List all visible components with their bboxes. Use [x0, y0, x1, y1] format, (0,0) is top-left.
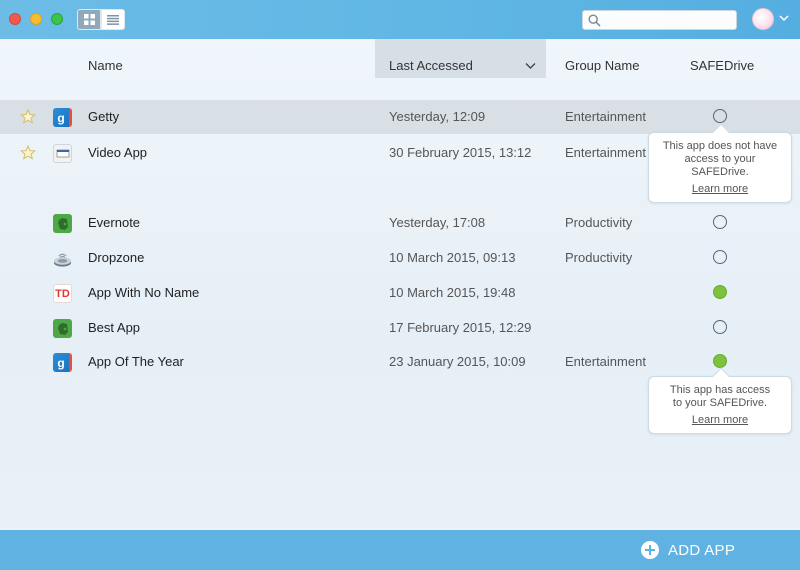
column-header-name[interactable]: Name — [88, 58, 123, 73]
tooltip-line-2: access to your SAFEDrive. — [684, 153, 756, 178]
last-accessed: Yesterday, 17:08 — [389, 215, 486, 230]
close-window-button[interactable] — [9, 13, 21, 25]
last-accessed: 17 February 2015, 12:29 — [389, 320, 532, 335]
video-app-icon — [53, 144, 72, 163]
tooltip-line-1: This app does not have — [662, 140, 778, 152]
safedrive-disabled-icon[interactable] — [713, 320, 727, 334]
app-name: Getty — [88, 109, 120, 124]
search-icon — [588, 14, 601, 27]
list-view-button[interactable] — [101, 9, 125, 30]
favorite-star[interactable] — [19, 108, 37, 129]
safedrive-enabled-icon[interactable] — [713, 354, 727, 368]
app-name: Evernote — [88, 215, 141, 230]
grid-view-button[interactable] — [77, 9, 101, 30]
avatar[interactable] — [752, 8, 774, 30]
group-name: Productivity — [565, 250, 633, 265]
dropzone-icon — [53, 249, 72, 268]
group-name: Entertainment — [565, 354, 646, 369]
chevron-down-icon[interactable] — [779, 15, 789, 22]
sort-chevron-down-icon[interactable] — [525, 62, 536, 70]
getty-icon: g — [53, 353, 72, 372]
evernote-icon — [53, 214, 72, 233]
td-icon: TD — [53, 284, 72, 303]
group-name: Entertainment — [565, 109, 646, 124]
favorite-star[interactable] — [19, 144, 37, 165]
group-name: Entertainment — [565, 145, 646, 160]
last-accessed: 10 March 2015, 09:13 — [389, 250, 516, 265]
minimize-window-button[interactable] — [30, 13, 42, 25]
column-header-safedrive[interactable]: SAFEDrive — [690, 58, 754, 73]
app-name: Video App — [88, 145, 148, 160]
zoom-window-button[interactable] — [51, 13, 63, 25]
add-app-label: ADD APP — [668, 541, 736, 559]
learn-more-link[interactable]: Learn more — [655, 414, 785, 427]
evernote-icon — [53, 319, 72, 338]
app-name: Best App — [88, 320, 141, 335]
last-accessed: 10 March 2015, 19:48 — [389, 285, 516, 300]
search-box[interactable] — [582, 10, 737, 30]
getty-icon: g — [53, 108, 72, 127]
star-icon[interactable] — [19, 108, 37, 124]
grid-icon — [83, 14, 95, 25]
column-header-group-name[interactable]: Group Name — [565, 58, 639, 73]
safedrive-disabled-icon[interactable] — [713, 215, 727, 229]
table-row[interactable]: Evernote Yesterday, 17:08 Productivity — [0, 206, 800, 240]
table-row[interactable]: TD App With No Name 10 March 2015, 19:48 — [0, 276, 800, 310]
table-row[interactable]: Best App 17 February 2015, 12:29 — [0, 311, 800, 345]
safedrive-disabled-icon[interactable] — [713, 250, 727, 264]
tooltip-has-access: This app has access to your SAFEDrive. L… — [648, 367, 792, 434]
list-icon — [107, 14, 119, 25]
table-row[interactable]: Dropzone 10 March 2015, 09:13 Productivity — [0, 241, 800, 275]
learn-more-link[interactable]: Learn more — [655, 183, 785, 196]
footer-bar: ADD APP — [0, 530, 800, 570]
app-name: App With No Name — [88, 285, 200, 300]
last-accessed: 23 January 2015, 10:09 — [389, 354, 526, 369]
app-name: App Of The Year — [88, 354, 184, 369]
search-input[interactable] — [605, 12, 733, 28]
group-name: Productivity — [565, 215, 633, 230]
tooltip-no-access: This app does not have access to your SA… — [648, 123, 792, 203]
safedrive-enabled-icon[interactable] — [713, 285, 727, 299]
app-name: Dropzone — [88, 250, 145, 265]
last-accessed: Yesterday, 12:09 — [389, 109, 486, 124]
table-row[interactable]: g Getty Yesterday, 12:09 Entertainment — [0, 100, 800, 134]
tooltip-line-2: to your SAFEDrive. — [672, 397, 768, 409]
title-bar — [0, 0, 800, 39]
add-app-button[interactable]: ADD APP — [641, 540, 735, 560]
safedrive-disabled-icon[interactable] — [713, 109, 727, 123]
tooltip-line-1: This app has access — [669, 384, 771, 396]
star-icon[interactable] — [19, 144, 37, 160]
plus-circle-icon — [641, 541, 659, 559]
table-row[interactable]: g App Of The Year 23 January 2015, 10:09 En… — [0, 345, 800, 379]
column-header-last-accessed[interactable]: Last Accessed — [389, 58, 473, 73]
last-accessed: 30 February 2015, 13:12 — [389, 145, 532, 160]
